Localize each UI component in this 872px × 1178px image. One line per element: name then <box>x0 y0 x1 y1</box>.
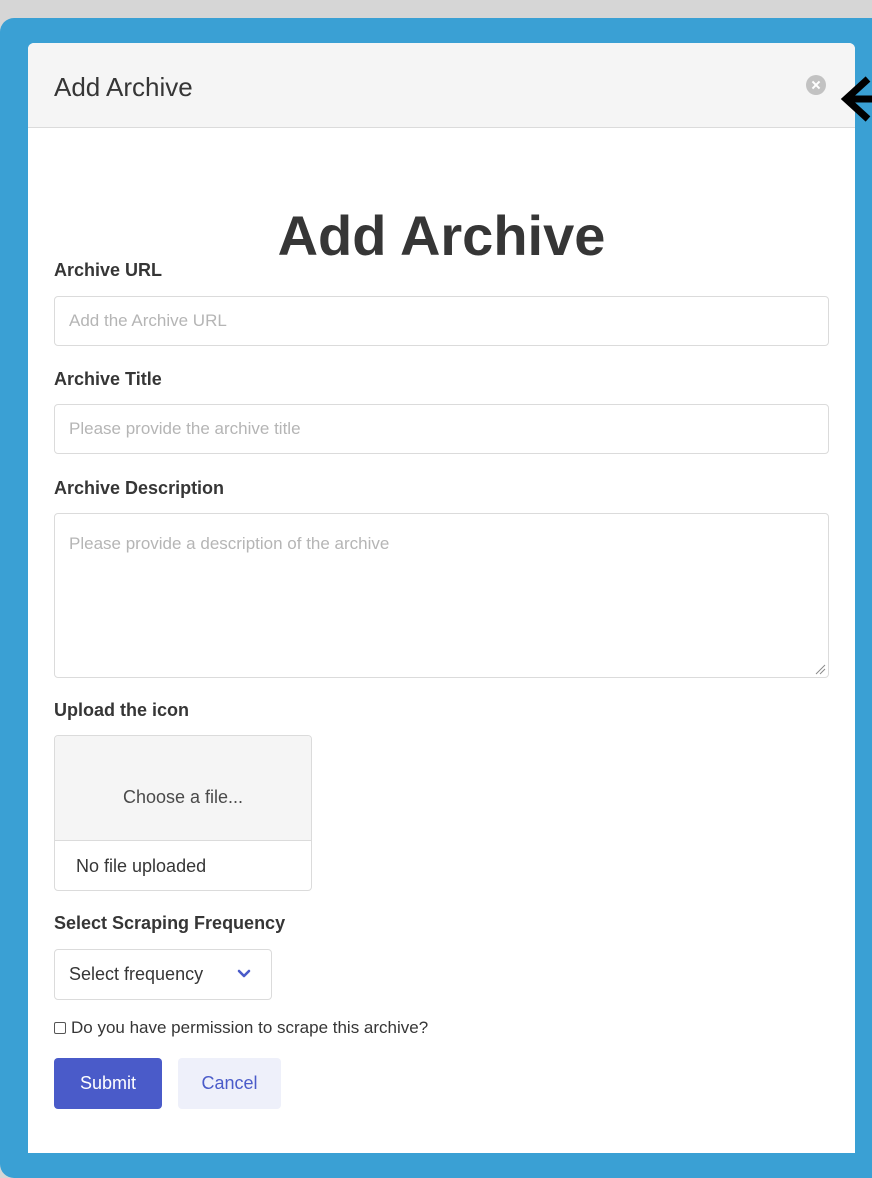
permission-label: Do you have permission to scrape this ar… <box>71 1018 429 1037</box>
archive-title-label: Archive Title <box>54 369 162 389</box>
archive-description-textarea[interactable] <box>54 513 829 678</box>
modal-header-title: Add Archive <box>54 72 193 102</box>
upload-icon-label: Upload the icon <box>54 700 189 720</box>
archive-url-input[interactable] <box>54 296 829 346</box>
chevron-down-icon <box>237 969 251 978</box>
page-title: Add Archive <box>277 204 606 267</box>
cancel-button[interactable]: Cancel <box>178 1058 281 1109</box>
arrow-left-icon <box>840 76 872 122</box>
archive-title-input[interactable] <box>54 404 829 454</box>
permission-checkbox[interactable] <box>54 1022 66 1034</box>
file-name-status: No file uploaded <box>76 855 207 876</box>
archive-description-label: Archive Description <box>54 478 225 498</box>
choose-file-button[interactable]: Choose a file... <box>55 736 311 841</box>
file-upload[interactable]: Choose a file... No file uploaded <box>54 735 312 891</box>
resize-grip-icon[interactable] <box>814 663 826 675</box>
submit-button[interactable]: Submit <box>54 1058 162 1109</box>
frequency-select-value: Select frequency <box>69 964 204 984</box>
archive-url-label: Archive URL <box>54 260 163 280</box>
modal-header: Add Archive <box>28 43 855 128</box>
close-icon[interactable] <box>806 75 826 95</box>
scraping-frequency-label: Select Scraping Frequency <box>54 913 286 933</box>
frequency-select[interactable]: Select frequency <box>54 949 272 1000</box>
add-archive-modal: Add Archive Add Archive Archive URL Arch… <box>28 43 855 1153</box>
permission-checkbox-row[interactable]: Do you have permission to scrape this ar… <box>54 1018 428 1038</box>
